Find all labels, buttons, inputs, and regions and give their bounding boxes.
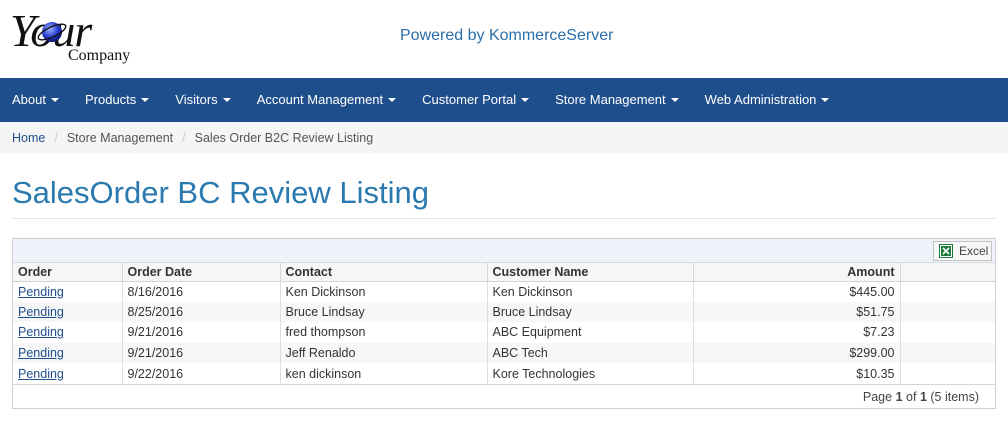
caret-down-icon	[141, 98, 150, 102]
cell-order: Pending	[13, 342, 123, 364]
orders-grid: Excel Order Order Date Contact Customer …	[12, 238, 996, 409]
cell-customer-name: ABC Equipment	[487, 322, 694, 343]
column-header-empty	[900, 263, 995, 282]
cell-customer-name: ABC Tech	[487, 342, 694, 364]
cell-order-date: 8/16/2016	[122, 281, 281, 302]
nav-web-administration[interactable]: Web Administration	[705, 92, 830, 108]
title-divider	[12, 218, 996, 219]
table-row: Pending 8/25/2016 Bruce Lindsay Bruce Li…	[13, 301, 995, 323]
cell-order: Pending	[13, 281, 123, 302]
column-header-amount[interactable]: Amount	[693, 263, 901, 282]
breadcrumb-separator: /	[54, 130, 58, 145]
pager-current-page: 1	[895, 389, 903, 404]
breadcrumb-home[interactable]: Home	[12, 131, 45, 145]
export-excel-label: Excel	[959, 244, 989, 258]
nav-web-administration-label: Web Administration	[704, 92, 817, 107]
cell-amount: $299.00	[693, 342, 901, 364]
nav-visitors-label: Visitors	[175, 92, 218, 107]
breadcrumb-separator: /	[182, 130, 186, 145]
nav-about[interactable]: About	[12, 92, 59, 108]
cell-contact: ken dickinson	[280, 363, 488, 384]
cell-contact: Ken Dickinson	[280, 281, 488, 302]
cell-empty	[900, 301, 995, 323]
powered-by-text: Powered by KommerceServer	[400, 27, 614, 44]
cell-amount: $10.35	[693, 363, 901, 384]
cell-order: Pending	[13, 322, 123, 343]
table-row: Pending 9/22/2016 ken dickinson Kore Tec…	[13, 363, 995, 384]
logo-subtitle: Company	[68, 47, 131, 64]
nav-account-management-label: Account Management	[256, 92, 384, 107]
table-row: Pending 9/21/2016 Jeff Renaldo ABC Tech …	[13, 342, 995, 364]
order-status-link[interactable]: Pending	[18, 325, 64, 339]
pager-of-word: of	[906, 389, 917, 404]
nav-store-management[interactable]: Store Management	[555, 92, 679, 108]
cell-order-date: 9/22/2016	[122, 363, 281, 384]
nav-customer-portal-label: Customer Portal	[422, 92, 517, 107]
cell-empty	[900, 281, 995, 302]
cell-amount: $445.00	[693, 281, 901, 302]
cell-customer-name: Bruce Lindsay	[487, 301, 694, 323]
table-row: Pending 8/16/2016 Ken Dickinson Ken Dick…	[13, 281, 995, 302]
caret-down-icon	[50, 98, 59, 102]
grid-pager: Page 1 of 1 (5 items)	[13, 384, 995, 408]
caret-down-icon	[388, 98, 397, 102]
breadcrumb: Home / Store Management / Sales Order B2…	[0, 122, 1008, 153]
main-navbar: About Products Visitors Account Manageme…	[0, 78, 1008, 122]
order-status-link[interactable]: Pending	[18, 305, 64, 319]
column-header-order-date[interactable]: Order Date	[122, 263, 281, 282]
cell-order-date: 8/25/2016	[122, 301, 281, 323]
column-header-contact[interactable]: Contact	[280, 263, 488, 282]
cell-contact: fred thompson	[280, 322, 488, 343]
nav-customer-portal[interactable]: Customer Portal	[422, 92, 530, 108]
breadcrumb-store-management[interactable]: Store Management	[67, 131, 173, 145]
company-logo[interactable]: Your Company	[10, 6, 150, 70]
nav-account-management[interactable]: Account Management	[256, 92, 397, 108]
grid-toolbar: Excel	[13, 239, 995, 263]
cell-empty	[900, 342, 995, 364]
cell-order: Pending	[13, 363, 123, 384]
cell-customer-name: Ken Dickinson	[487, 281, 694, 302]
cell-amount: $7.23	[693, 322, 901, 343]
pager-total-pages: 1	[919, 389, 927, 404]
nav-about-label: About	[12, 92, 46, 107]
cell-order: Pending	[13, 301, 123, 323]
nav-store-management-label: Store Management	[555, 92, 666, 107]
column-header-customer-name[interactable]: Customer Name	[487, 263, 694, 282]
cell-order-date: 9/21/2016	[122, 342, 281, 364]
order-status-link[interactable]: Pending	[18, 367, 64, 381]
caret-down-icon	[821, 98, 830, 102]
order-status-link[interactable]: Pending	[18, 346, 64, 360]
nav-visitors[interactable]: Visitors	[175, 92, 231, 108]
export-excel-button[interactable]: Excel	[933, 241, 992, 261]
globe-logo-icon	[37, 22, 67, 42]
cell-empty	[900, 363, 995, 384]
pager-page-word: Page	[862, 389, 893, 404]
cell-order-date: 9/21/2016	[122, 322, 281, 343]
orders-table: Order Order Date Contact Customer Name A…	[13, 263, 995, 384]
breadcrumb-current: Sales Order B2C Review Listing	[194, 130, 374, 145]
column-header-order[interactable]: Order	[13, 263, 123, 282]
cell-contact: Jeff Renaldo	[280, 342, 488, 364]
cell-empty	[900, 322, 995, 343]
nav-products[interactable]: Products	[84, 92, 150, 108]
caret-down-icon	[222, 98, 231, 102]
table-row: Pending 9/21/2016 fred thompson ABC Equi…	[13, 322, 995, 343]
cell-customer-name: Kore Technologies	[487, 363, 694, 384]
pager-items-count: (5 items)	[930, 389, 979, 404]
caret-down-icon	[670, 98, 679, 102]
nav-products-label: Products	[84, 92, 137, 107]
site-header: Your Company Powered by KommerceServer	[0, 0, 1008, 78]
order-status-link[interactable]: Pending	[18, 285, 64, 299]
page-title: SalesOrder BC Review Listing	[12, 175, 429, 210]
caret-down-icon	[521, 98, 530, 102]
table-header-row: Order Order Date Contact Customer Name A…	[13, 263, 995, 282]
cell-amount: $51.75	[693, 301, 901, 323]
cell-contact: Bruce Lindsay	[280, 301, 488, 323]
excel-icon	[939, 244, 953, 258]
